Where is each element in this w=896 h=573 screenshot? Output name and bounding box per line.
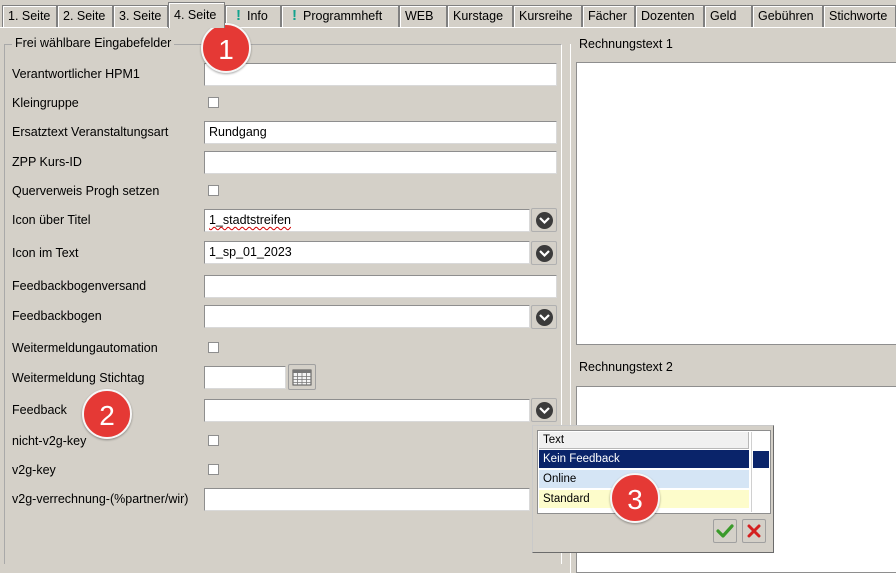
tab-seite-1[interactable]: 1. Seite bbox=[2, 5, 57, 27]
rechnungstext2-title: Rechnungstext 2 bbox=[579, 360, 673, 374]
feedback-label: Feedback bbox=[12, 403, 67, 417]
icon-text-combo[interactable]: 1_sp_01_2023 bbox=[204, 241, 530, 264]
tab-kurstage[interactable]: Kurstage bbox=[447, 5, 513, 27]
v2g-key-checkbox[interactable] bbox=[208, 464, 219, 475]
chevron-glyph bbox=[539, 314, 550, 322]
annotation-badge-1: 1 bbox=[201, 23, 251, 73]
zpp-kurs-id-label: ZPP Kurs-ID bbox=[12, 155, 82, 169]
icon-text-dropdown-button[interactable] bbox=[531, 241, 557, 265]
annotation-badge-3: 3 bbox=[610, 473, 660, 523]
ersatztext-label: Ersatztext Veranstaltungsart bbox=[12, 125, 169, 139]
feedbackbogenversand-label: Feedbackbogenversand bbox=[12, 279, 147, 293]
exclamation-icon: ! bbox=[292, 7, 297, 24]
tab-programmheft[interactable]: ! Programmheft bbox=[281, 5, 399, 27]
rechnungstext1-memo[interactable] bbox=[576, 62, 896, 345]
icon-text-label: Icon im Text bbox=[12, 246, 79, 260]
chevron-glyph bbox=[539, 407, 550, 415]
v2g-key-label: v2g-key bbox=[12, 463, 56, 477]
chevron-glyph bbox=[539, 250, 550, 258]
weitermeldung-stichtag-input[interactable] bbox=[204, 366, 286, 389]
nicht-v2g-key-checkbox[interactable] bbox=[208, 435, 219, 446]
weitermeldungautomation-checkbox[interactable] bbox=[208, 342, 219, 353]
option-kein-feedback[interactable]: Kein Feedback bbox=[539, 450, 749, 468]
verantwortlicher-label: Verantwortlicher HPM1 bbox=[12, 67, 140, 81]
cancel-button[interactable] bbox=[742, 519, 766, 543]
tab-web[interactable]: WEB bbox=[399, 5, 447, 27]
close-icon bbox=[747, 524, 761, 538]
tab-stichworte[interactable]: Stichworte bbox=[823, 5, 896, 27]
tab-label: Info bbox=[247, 9, 268, 23]
tab-label: Dozenten bbox=[641, 9, 695, 23]
querverweis-checkbox[interactable] bbox=[208, 185, 219, 196]
tab-seite-4[interactable]: 4. Seite bbox=[168, 2, 225, 28]
tab-strip-border bbox=[0, 27, 896, 28]
kleingruppe-label: Kleingruppe bbox=[12, 96, 79, 110]
tab-dozenten[interactable]: Dozenten bbox=[635, 5, 704, 27]
v2g-verrechnung-label: v2g-verrechnung-(%partner/wir) bbox=[12, 492, 189, 506]
tab-seite-2[interactable]: 2. Seite bbox=[57, 5, 113, 27]
tab-label: 3. Seite bbox=[119, 9, 162, 23]
feedbackbogen-label: Feedbackbogen bbox=[12, 309, 102, 323]
verantwortlicher-input[interactable] bbox=[204, 63, 557, 86]
rechnungstext1-title: Rechnungstext 1 bbox=[579, 37, 673, 51]
checkmark-icon bbox=[716, 524, 734, 538]
tab-label: Gebühren bbox=[758, 9, 814, 23]
kleingruppe-checkbox[interactable] bbox=[208, 97, 219, 108]
chevron-glyph bbox=[539, 217, 550, 225]
tab-seite-3[interactable]: 3. Seite bbox=[113, 5, 168, 27]
column-header-text[interactable]: Text bbox=[539, 432, 749, 449]
annotation-badge-2: 2 bbox=[82, 389, 132, 439]
tab-label: Kurstage bbox=[453, 9, 504, 23]
feedback-combo[interactable] bbox=[204, 399, 530, 422]
icon-titel-value: 1_stadtstreifen bbox=[209, 213, 291, 227]
confirm-button[interactable] bbox=[713, 519, 737, 543]
icon-titel-combo[interactable]: 1_stadtstreifen bbox=[204, 209, 530, 232]
tab-kursreihe[interactable]: Kursreihe bbox=[513, 5, 582, 27]
tab-faecher[interactable]: Fächer bbox=[582, 5, 635, 27]
tab-label: 2. Seite bbox=[63, 9, 106, 23]
icon-titel-label: Icon über Titel bbox=[12, 213, 91, 227]
tab-label: Programmheft bbox=[303, 9, 383, 23]
tab-label: Stichworte bbox=[829, 9, 888, 23]
tab-label: 4. Seite bbox=[174, 8, 217, 22]
tab-label: 1. Seite bbox=[8, 9, 51, 23]
querverweis-label: Querverweis Progh setzen bbox=[12, 184, 160, 198]
feedbackbogenversand-input[interactable] bbox=[204, 275, 557, 298]
calendar-button[interactable] bbox=[288, 364, 316, 390]
nicht-v2g-key-label: nicht-v2g-key bbox=[12, 434, 87, 448]
v2g-verrechnung-input[interactable] bbox=[204, 488, 530, 511]
group-title: Frei wählbare Eingabefelder bbox=[12, 36, 175, 50]
tab-label: WEB bbox=[405, 9, 434, 23]
feedbackbogen-combo[interactable] bbox=[204, 305, 530, 328]
feedback-dropdown-button[interactable] bbox=[531, 398, 557, 422]
tab-geld[interactable]: Geld bbox=[704, 5, 752, 27]
exclamation-icon: ! bbox=[236, 7, 241, 24]
tab-label: Geld bbox=[710, 9, 737, 23]
tab-label: Kursreihe bbox=[519, 9, 573, 23]
calendar-icon bbox=[292, 369, 312, 386]
ersatztext-input[interactable]: Rundgang bbox=[204, 121, 557, 144]
tab-label: Fächer bbox=[588, 9, 627, 23]
feedbackbogen-dropdown-button[interactable] bbox=[531, 305, 557, 329]
zpp-kurs-id-input[interactable] bbox=[204, 151, 557, 174]
weitermeldung-stichtag-label: Weitermeldung Stichtag bbox=[12, 371, 145, 385]
tab-strip: 1. Seite 2. Seite 3. Seite 4. Seite ! Inf… bbox=[0, 0, 896, 28]
row-indicator bbox=[753, 451, 769, 468]
icon-titel-dropdown-button[interactable] bbox=[531, 208, 557, 232]
weitermeldungautomation-label: Weitermeldungautomation bbox=[12, 341, 158, 355]
tab-gebuehren[interactable]: Gebühren bbox=[752, 5, 823, 27]
grid-scrollbar[interactable] bbox=[751, 432, 770, 512]
